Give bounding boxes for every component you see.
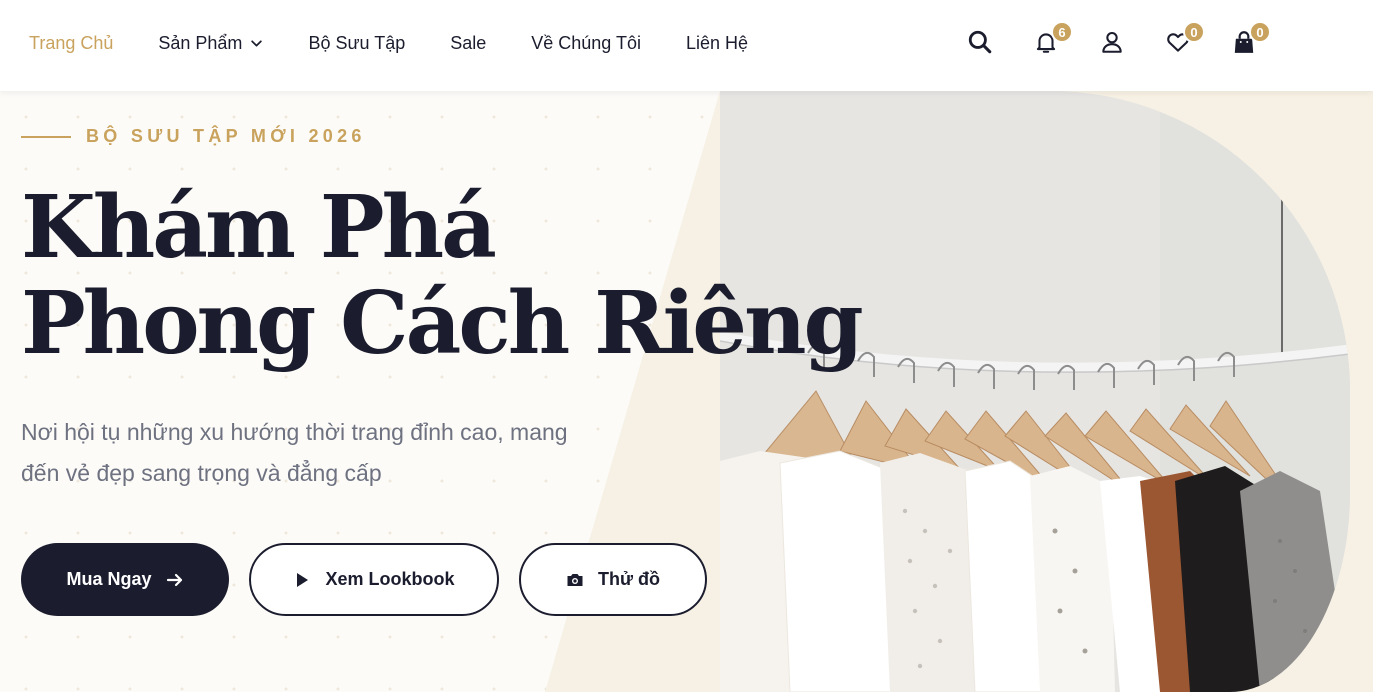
nav-item-contact[interactable]: Liên Hệ <box>686 33 748 54</box>
hero-title: Khám Phá Phong Cách Riêng <box>21 177 864 374</box>
hero-eyebrow-text: BỘ SƯU TẬP MỚI 2026 <box>86 126 366 146</box>
header-actions: 6 0 0 <box>965 21 1271 60</box>
hero-title-line-1: Khám Phá <box>21 177 497 278</box>
nav-item-label: Trang Chủ <box>29 32 114 53</box>
hero-title-line-2: Phong Cách Riêng <box>21 273 864 374</box>
lookbook-button[interactable]: Xem Lookbook <box>249 543 499 616</box>
main-nav: Trang Chủ Sản Phẩm Bộ Sưu Tập Sale Về Ch… <box>29 0 748 86</box>
play-icon <box>297 572 309 587</box>
nav-item-about[interactable]: Về Chúng Tôi <box>531 33 641 54</box>
arrow-right-icon <box>166 573 182 586</box>
cart-count-badge: 0 <box>1249 21 1271 43</box>
hero-eyebrow: BỘ SƯU TẬP MỚI 2026 <box>21 126 366 147</box>
nav-item-home[interactable]: Trang Chủ <box>29 33 113 54</box>
site-header: Trang Chủ Sản Phẩm Bộ Sưu Tập Sale Về Ch… <box>0 0 1373 91</box>
nav-item-collections[interactable]: Bộ Sưu Tập <box>308 33 405 54</box>
hero-subtitle-line-2: đến vẻ đẹp sang trọng và đẳng cấp <box>21 460 382 486</box>
nav-item-label: Liên Hệ <box>686 32 749 53</box>
nav-item-products[interactable]: Sản Phẩm <box>158 33 263 54</box>
eyebrow-divider <box>21 135 71 138</box>
nav-item-sale[interactable]: Sale <box>450 33 486 54</box>
hero-subtitle-line-1: Nơi hội tụ những xu hướng thời trang đỉn… <box>21 419 568 445</box>
nav-item-label: Về Chúng Tôi <box>531 32 641 53</box>
try-on-label: Thử đồ <box>597 569 660 589</box>
lookbook-label: Xem Lookbook <box>325 569 455 589</box>
notifications-button[interactable]: 6 <box>1031 21 1073 58</box>
account-button[interactable] <box>1097 26 1127 58</box>
search-button[interactable] <box>965 26 995 58</box>
wishlist-button[interactable]: 0 <box>1163 21 1205 58</box>
chevron-down-icon <box>251 39 263 47</box>
cart-button[interactable]: 0 <box>1229 21 1271 58</box>
notifications-count-badge: 6 <box>1051 21 1073 43</box>
try-on-button[interactable]: Thử đồ <box>519 543 707 616</box>
nav-item-label: Sản Phẩm <box>158 32 243 53</box>
user-icon <box>1102 31 1122 53</box>
hero-subtitle: Nơi hội tụ những xu hướng thời trang đỉn… <box>21 412 621 494</box>
camera-icon <box>567 573 583 586</box>
shop-now-label: Mua Ngay <box>66 569 152 589</box>
nav-item-label: Bộ Sưu Tập <box>308 32 406 53</box>
nav-item-label: Sale <box>450 32 487 53</box>
search-icon <box>968 30 992 54</box>
wishlist-count-badge: 0 <box>1183 21 1205 43</box>
shop-now-button[interactable]: Mua Ngay <box>21 543 229 616</box>
